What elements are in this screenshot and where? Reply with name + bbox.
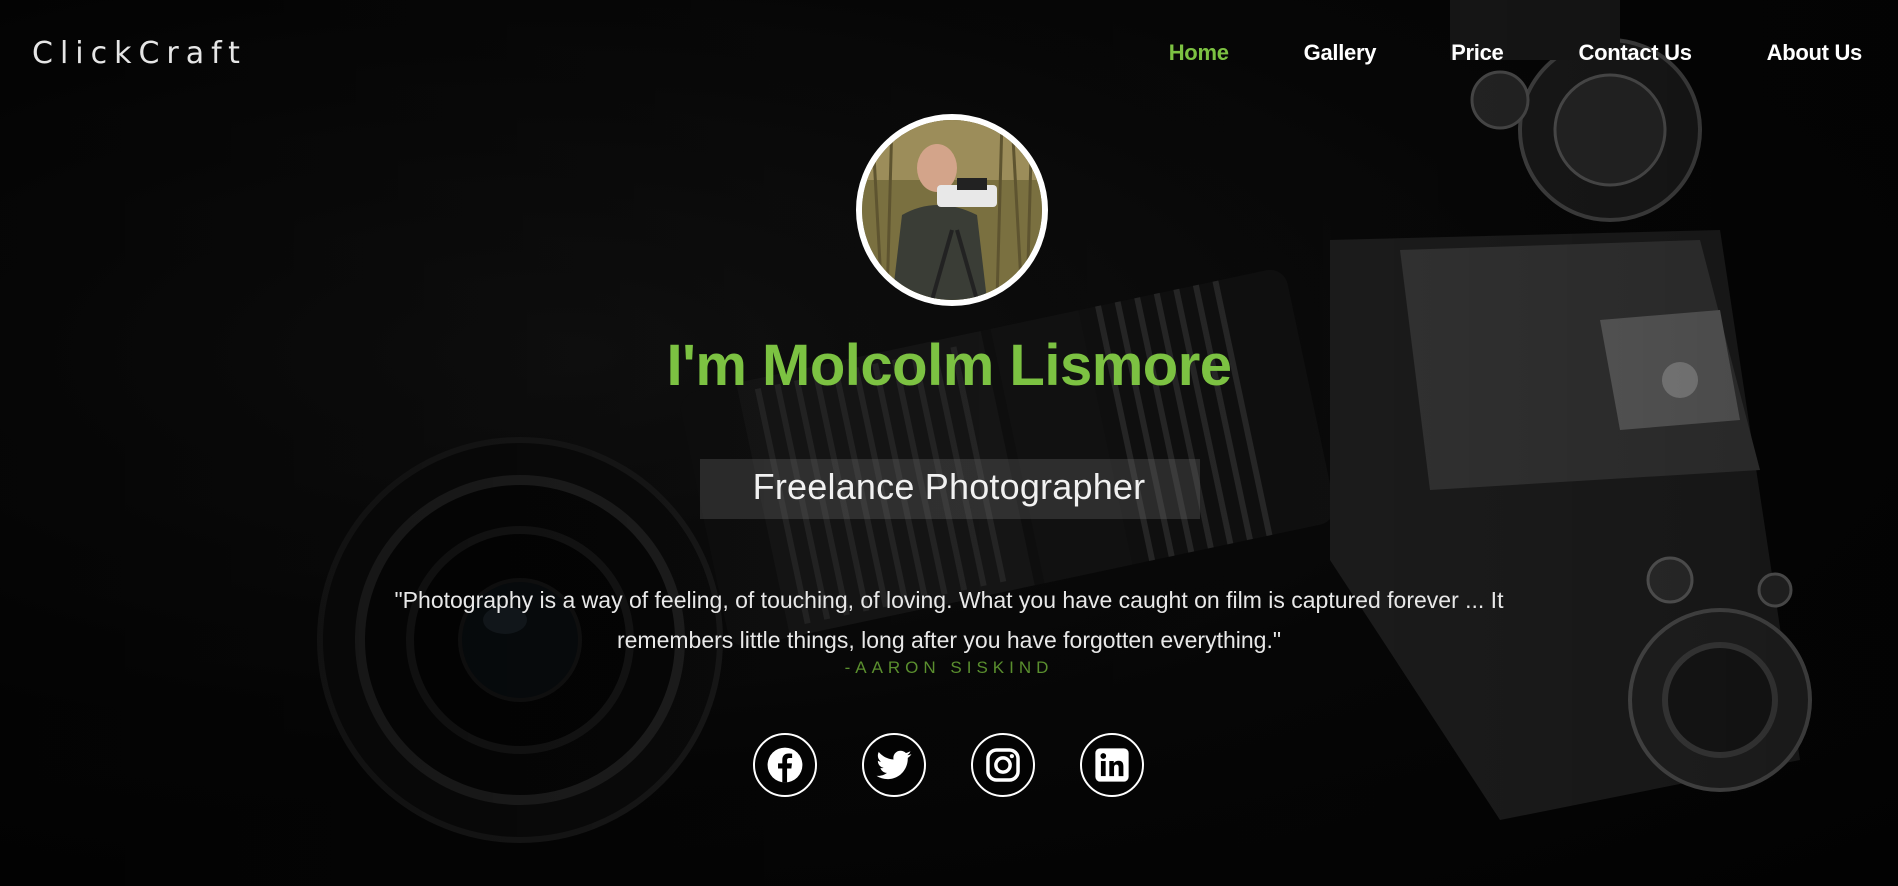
hero-subtitle: Freelance Photographer <box>752 466 1146 507</box>
nav-item-home[interactable]: Home <box>1169 40 1229 66</box>
nav-item-contact-us[interactable]: Contact Us <box>1579 40 1692 66</box>
hero-title: I'm Molcolm Lismore <box>666 333 1232 398</box>
main-nav: Home Gallery Price Contact Us About Us <box>1094 40 1863 66</box>
twitter-icon <box>876 750 912 780</box>
facebook-link[interactable] <box>753 733 817 797</box>
avatar <box>856 114 1048 306</box>
instagram-icon <box>986 748 1020 782</box>
nav-item-about-us[interactable]: About Us <box>1767 40 1863 66</box>
nav-item-price[interactable]: Price <box>1451 40 1504 66</box>
instagram-link[interactable] <box>971 733 1035 797</box>
social-links <box>753 733 1189 797</box>
nav-item-gallery[interactable]: Gallery <box>1304 40 1377 66</box>
twitter-link[interactable] <box>862 733 926 797</box>
linkedin-link[interactable] <box>1080 733 1144 797</box>
facebook-icon <box>767 747 803 783</box>
brand-logo[interactable]: ClickCraft <box>32 36 247 71</box>
photographer-photo <box>862 120 1042 300</box>
quote-author: -AARON SISKIND <box>844 658 1054 677</box>
linkedin-icon <box>1095 748 1129 782</box>
hero-quote: "Photography is a way of feeling, of tou… <box>394 587 1504 653</box>
